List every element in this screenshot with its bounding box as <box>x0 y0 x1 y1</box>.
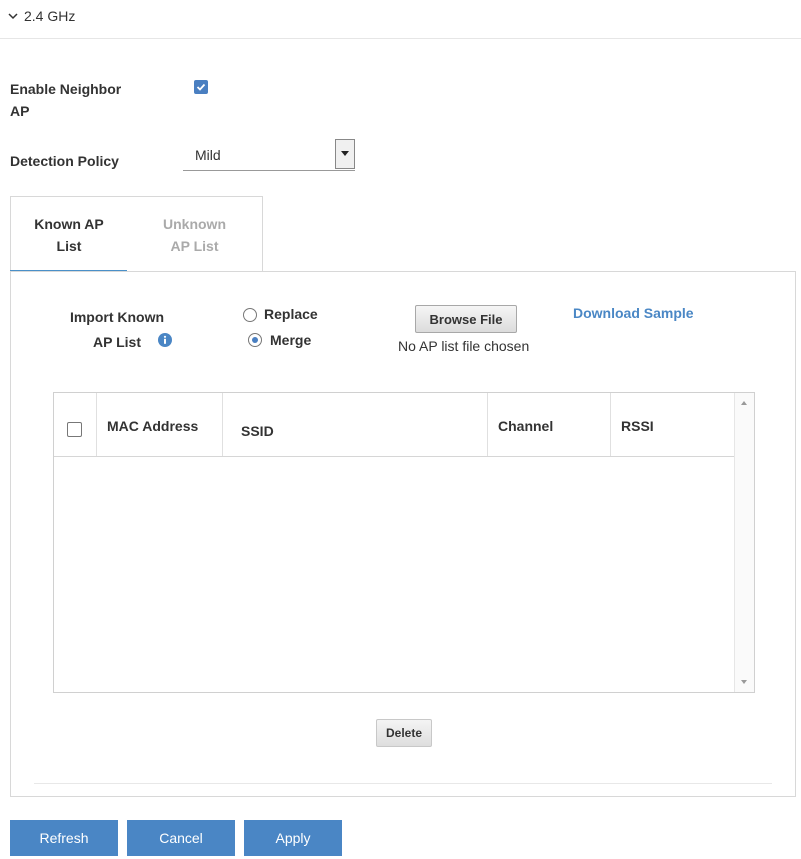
table-header: MAC Address SSID Channel RSSI <box>54 393 736 457</box>
replace-radio-label: Replace <box>264 306 318 322</box>
merge-radio[interactable] <box>248 333 262 347</box>
column-header-ssid[interactable]: SSID <box>223 393 488 456</box>
browse-file-button[interactable]: Browse File <box>415 305 517 333</box>
info-icon[interactable] <box>158 333 172 347</box>
caret-down-icon <box>341 151 349 156</box>
replace-radio[interactable] <box>243 308 257 322</box>
tab-unknown-ap-list-label: Unknown AP List <box>163 216 226 254</box>
column-header-rssi[interactable]: RSSI <box>611 393 736 456</box>
delete-button[interactable]: Delete <box>376 719 432 747</box>
merge-radio-label: Merge <box>270 332 312 348</box>
section-header-2-4ghz[interactable]: 2.4 GHz <box>8 8 75 24</box>
detection-policy-select[interactable]: Mild <box>183 139 355 171</box>
dropdown-arrow-button[interactable] <box>335 139 355 169</box>
divider <box>0 38 801 39</box>
detection-policy-label: Detection Policy <box>10 153 119 169</box>
radio-selected-dot <box>252 337 258 343</box>
file-status-text: No AP list file chosen <box>398 338 530 354</box>
apply-button[interactable]: Apply <box>244 820 342 856</box>
chevron-down-icon <box>8 13 18 20</box>
refresh-button[interactable]: Refresh <box>10 820 118 856</box>
header-select-all-cell <box>54 393 97 456</box>
column-header-channel[interactable]: Channel <box>488 393 611 456</box>
import-known-ap-list-label: Import Known AP List <box>69 309 165 350</box>
detection-policy-value: Mild <box>195 147 221 163</box>
cancel-button[interactable]: Cancel <box>127 820 235 856</box>
table-scrollbar[interactable] <box>734 393 754 692</box>
column-header-mac-address[interactable]: MAC Address <box>97 393 223 456</box>
known-ap-table: MAC Address SSID Channel RSSI <box>53 392 755 693</box>
checkmark-icon <box>196 83 206 91</box>
tab-unknown-ap-list[interactable]: Unknown AP List <box>127 196 263 272</box>
tab-known-ap-list[interactable]: Known AP List <box>10 196 128 272</box>
scroll-down-icon[interactable] <box>741 680 747 684</box>
download-sample-link[interactable]: Download Sample <box>573 305 694 321</box>
select-all-checkbox[interactable] <box>67 422 82 437</box>
divider <box>34 783 772 784</box>
section-title: 2.4 GHz <box>24 8 76 24</box>
scroll-up-icon[interactable] <box>741 401 747 405</box>
tab-known-ap-list-label: Known AP List <box>34 216 104 254</box>
enable-neighbor-ap-label: Enable Neighbor AP <box>10 81 122 119</box>
enable-neighbor-ap-checkbox[interactable] <box>194 80 208 94</box>
